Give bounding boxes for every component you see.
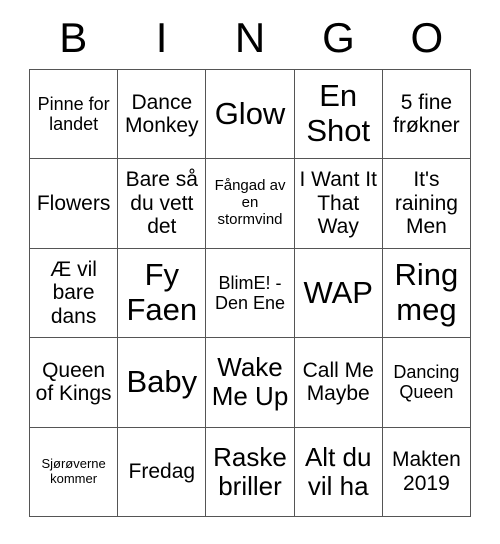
bingo-cell-label: I Want It That Way — [299, 168, 377, 239]
bingo-cell-label: Fångad av en stormvind — [214, 177, 286, 228]
bingo-cell[interactable]: En Shot — [294, 70, 383, 160]
bingo-header-letter-i: I — [155, 13, 168, 61]
bingo-cell[interactable]: Glow — [206, 70, 295, 160]
bingo-cell[interactable]: BlimE! - Den Ene — [206, 248, 295, 339]
bingo-header-letter-b: B — [59, 13, 88, 61]
bingo-cell[interactable]: 5 fine frøkner — [382, 70, 472, 160]
bingo-cell[interactable]: Fångad av en stormvind — [206, 159, 295, 249]
bingo-row: Flowers Bare så du vett det Fångad av en… — [30, 159, 472, 249]
bingo-cell[interactable]: Alt du vil ha — [294, 427, 383, 517]
bingo-cell[interactable]: Ring meg — [382, 248, 472, 339]
bingo-grid: Pinne for landet Dance Monkey Glow En Sh… — [29, 69, 472, 517]
bingo-row: Sjørøverne kommer Fredag Raske briller A… — [30, 427, 472, 517]
bingo-cell-label: Bare så du vett det — [125, 168, 198, 239]
bingo-header-letter-o: O — [410, 13, 444, 61]
bingo-cell[interactable]: Dance Monkey — [118, 70, 207, 160]
bingo-cell-label: En Shot — [306, 78, 371, 149]
bingo-cell-label: Makten 2019 — [391, 448, 461, 495]
bingo-header-row: B I N G O — [29, 0, 471, 69]
bingo-cell[interactable]: Call Me Maybe — [294, 338, 383, 428]
bingo-cell[interactable]: Wake Me Up — [206, 338, 295, 428]
bingo-cell-label: Queen of Kings — [35, 358, 112, 406]
bingo-cell[interactable]: It's raining Men — [382, 159, 472, 249]
bingo-cell-label: Raske briller — [213, 441, 287, 501]
bingo-cell[interactable]: Flowers — [30, 159, 119, 249]
bingo-row: Æ vil bare dans Fy Faen BlimE! - Den Ene… — [30, 248, 472, 339]
bingo-cell-label: Glow — [214, 95, 286, 131]
bingo-cell-label: It's raining Men — [394, 168, 458, 239]
bingo-header-letter-n: N — [234, 13, 266, 61]
bingo-header-letter-g: G — [322, 13, 355, 61]
bingo-cell-label: Baby — [126, 364, 198, 399]
bingo-cell-label: Pinne for landet — [37, 94, 110, 135]
bingo-cell[interactable]: Sjørøverne kommer — [30, 427, 119, 517]
bingo-cell[interactable]: I Want It That Way — [294, 159, 383, 249]
bingo-cell[interactable]: Raske briller — [206, 427, 295, 517]
bingo-cell-label: BlimE! - Den Ene — [214, 272, 286, 313]
bingo-cell[interactable]: Pinne for landet — [30, 70, 119, 160]
bingo-cell-label: Alt du vil ha — [304, 441, 372, 501]
bingo-cell-label: Fy Faen — [126, 257, 198, 327]
bingo-cell-label: Æ vil bare dans — [50, 257, 97, 328]
bingo-cell-label: 5 fine frøkner — [393, 90, 460, 138]
bingo-row: Pinne for landet Dance Monkey Glow En Sh… — [30, 70, 472, 160]
bingo-cell[interactable]: Baby — [118, 338, 207, 428]
bingo-cell-label: Ring meg — [394, 257, 459, 327]
bingo-cell-label: Call Me Maybe — [302, 358, 374, 406]
bingo-cell-label: Dance Monkey — [125, 90, 199, 138]
bingo-cell[interactable]: Fredag — [118, 427, 207, 517]
bingo-cell[interactable]: Queen of Kings — [30, 338, 119, 428]
bingo-cell[interactable]: Æ vil bare dans — [30, 248, 119, 339]
bingo-row: Queen of Kings Baby Wake Me Up Call Me M… — [30, 338, 472, 428]
bingo-cell[interactable]: WAP — [294, 248, 383, 339]
bingo-cell-label: Flowers — [36, 191, 111, 215]
bingo-cell-label: Sjørøverne kommer — [41, 456, 106, 486]
bingo-cell-label: Fredag — [128, 460, 196, 483]
bingo-card: B I N G O Pinne for landet Dance Monkey … — [29, 0, 472, 517]
bingo-cell-label: Dancing Queen — [393, 362, 460, 403]
bingo-cell[interactable]: Fy Faen — [118, 248, 207, 339]
bingo-cell-label: Wake Me Up — [211, 352, 289, 412]
bingo-cell[interactable]: Bare så du vett det — [118, 159, 207, 249]
bingo-cell[interactable]: Dancing Queen — [382, 338, 472, 428]
bingo-cell[interactable]: Makten 2019 — [382, 427, 472, 517]
bingo-cell-label: WAP — [303, 274, 373, 310]
